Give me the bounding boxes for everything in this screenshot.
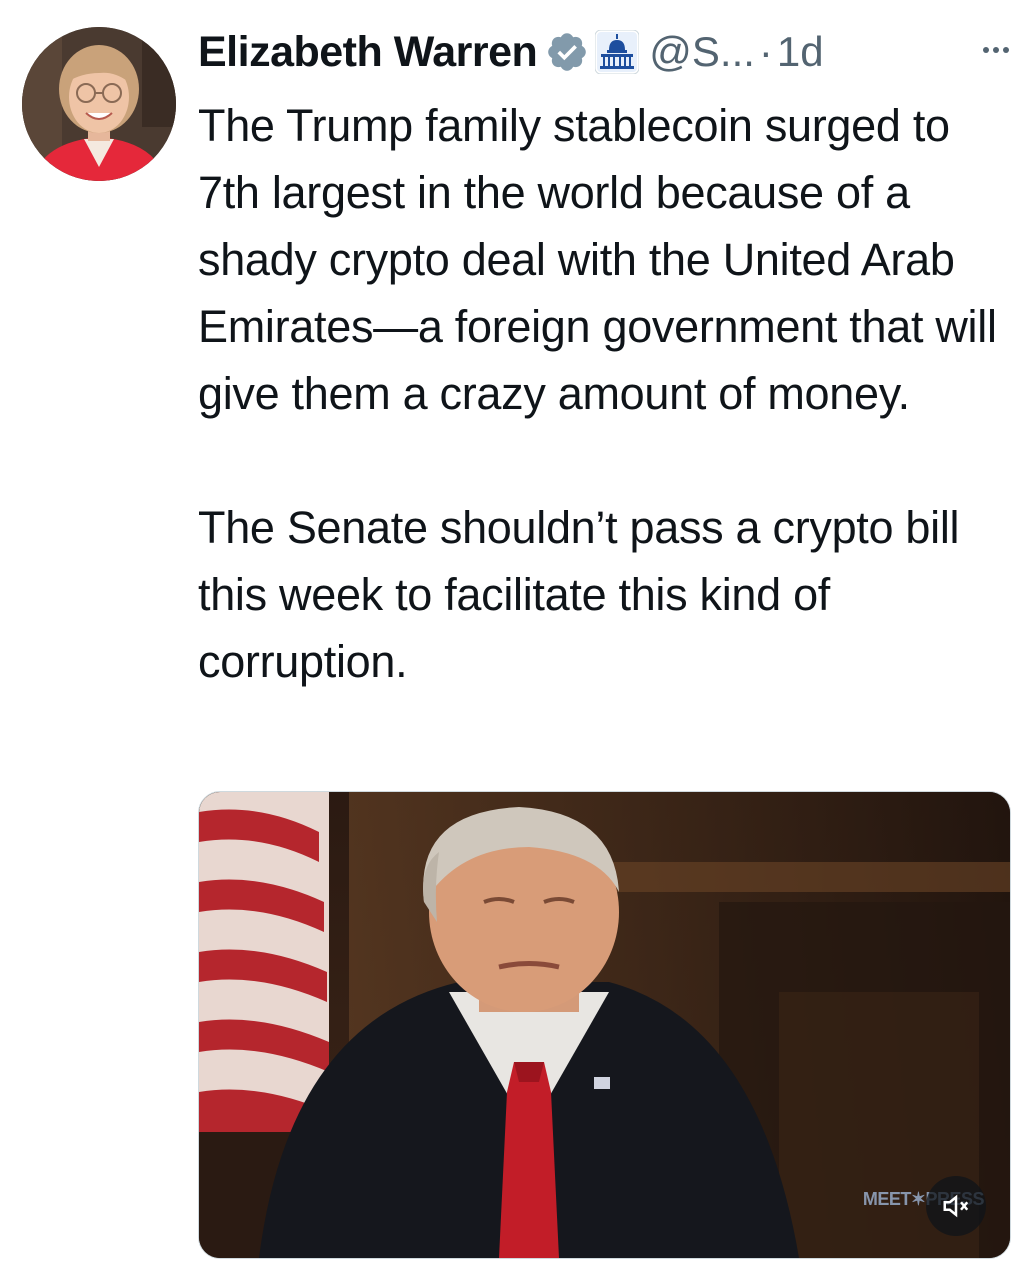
capitol-building-icon[interactable] <box>594 29 640 75</box>
tweet-header: Elizabeth Warren @S... · 1d <box>198 22 1016 82</box>
tweet-paragraph-1: The Trump family stablecoin surged to 7t… <box>198 100 997 419</box>
header-separator: · <box>758 28 773 75</box>
verified-badge-icon[interactable] <box>545 30 589 74</box>
video-player[interactable]: MEET✶PRESS <box>198 791 1011 1259</box>
tweet-paragraph-2: The Senate shouldn’t pass a crypto bill … <box>198 502 960 687</box>
author-name[interactable]: Elizabeth Warren <box>198 28 538 77</box>
author-avatar[interactable] <box>22 27 176 181</box>
author-handle[interactable]: @S... <box>649 28 755 76</box>
tweet-text: The Trump family stablecoin surged to 7t… <box>198 92 1018 695</box>
volume-muted-icon[interactable] <box>926 1176 986 1236</box>
tweet-timestamp[interactable]: 1d <box>777 28 824 76</box>
more-options-icon[interactable] <box>976 30 1016 70</box>
